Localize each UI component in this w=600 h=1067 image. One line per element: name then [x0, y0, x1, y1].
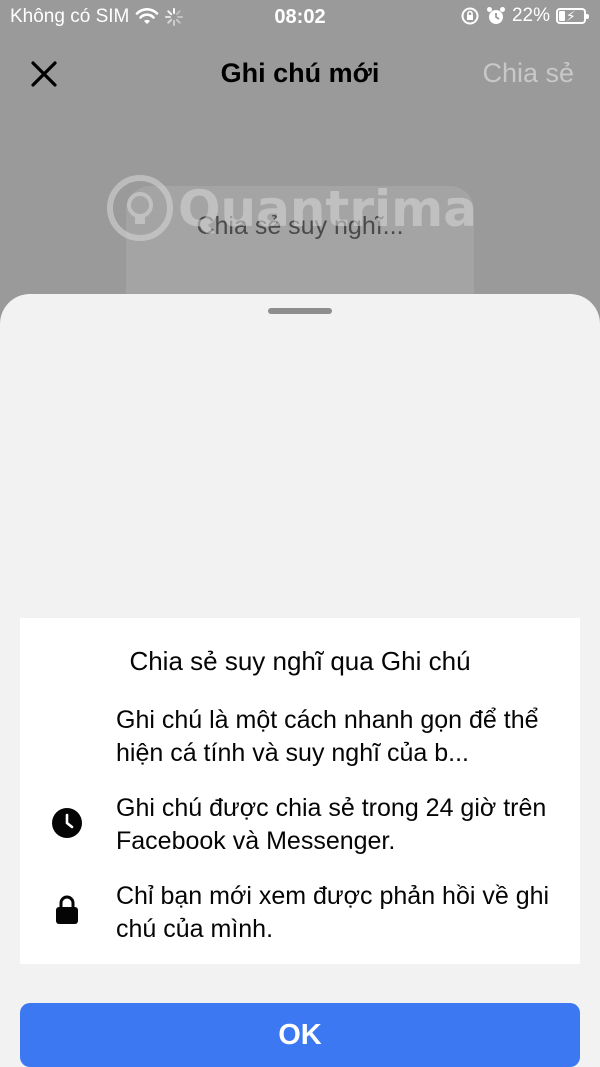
info-item-text: Ghi chú được chia sẻ trong 24 giờ trên F…	[116, 794, 547, 855]
status-right: 22% ⚡	[460, 5, 589, 27]
battery-percent: 22%	[511, 5, 550, 26]
ok-button[interactable]: OK	[20, 1003, 580, 1067]
watermark-text: Quantrimang	[178, 180, 480, 238]
clock-icon	[52, 808, 82, 838]
info-card: Chia sẻ suy nghĩ qua Ghi chú Ghi chú là …	[20, 618, 580, 964]
sheet-grabber[interactable]	[268, 308, 332, 314]
lock-icon	[56, 895, 78, 924]
battery-fill	[559, 11, 565, 21]
info-title: Chia sẻ suy nghĩ qua Ghi chú	[129, 646, 471, 676]
info-item-text: Ghi chú là một cách nhanh gọn để thể hiệ…	[116, 706, 539, 767]
charging-bolt-icon: ⚡	[566, 8, 576, 24]
info-item-text: Chỉ bạn mới xem được phản hồi về ghi chú…	[116, 882, 550, 943]
status-bar: Không có SIM 08:02 22% ⚡	[0, 0, 600, 34]
header: Ghi chú mới Chia sẻ	[0, 50, 600, 100]
watermark-logo: Quantrimang	[107, 175, 480, 241]
bottom-sheet: Chia sẻ suy nghĩ qua Ghi chú Ghi chú là …	[0, 294, 600, 1067]
battery-icon: ⚡	[556, 8, 589, 24]
orientation-lock-icon	[461, 7, 479, 25]
share-button[interactable]: Chia sẻ	[482, 58, 574, 89]
alarm-icon	[486, 7, 505, 24]
